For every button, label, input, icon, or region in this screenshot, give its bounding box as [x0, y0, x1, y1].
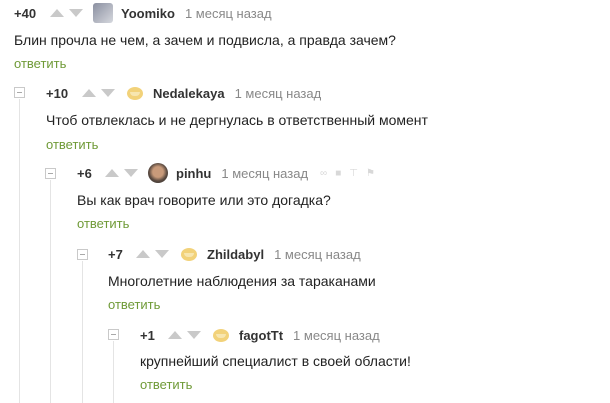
comment-time[interactable]: 1 месяц назад [293, 328, 380, 343]
upvote-arrow-icon[interactable] [136, 250, 150, 258]
reply-link[interactable]: ответить [46, 137, 98, 152]
comment-author[interactable]: fagotTt [239, 328, 283, 343]
comment-text: Чтоб отвлеклась и не дергнулась в ответс… [46, 112, 428, 128]
avatar[interactable] [125, 83, 145, 103]
comment-tools: ∞ ■ ⊤ ⚑ [320, 168, 375, 179]
comment-rating: +40 [14, 5, 37, 21]
comment-rating: +6 [77, 165, 92, 181]
avatar[interactable] [93, 3, 113, 23]
downvote-arrow-icon[interactable] [69, 9, 83, 17]
collapse-toggle-icon[interactable] [77, 249, 88, 260]
avatar[interactable] [179, 244, 199, 264]
thread-line[interactable] [82, 261, 83, 403]
reply-link[interactable]: ответить [77, 216, 129, 231]
reply-link[interactable]: ответить [140, 377, 192, 392]
downvote-arrow-icon[interactable] [187, 331, 201, 339]
comment-text: Вы как врач говорите или это догадка? [77, 192, 331, 208]
downvote-arrow-icon[interactable] [155, 250, 169, 258]
avatar[interactable] [148, 163, 168, 183]
downvote-arrow-icon[interactable] [101, 89, 115, 97]
collapse-toggle-icon[interactable] [14, 87, 25, 98]
upvote-arrow-icon[interactable] [82, 89, 96, 97]
reply-link[interactable]: ответить [108, 297, 160, 312]
comment-rating: +7 [108, 246, 123, 262]
save-icon[interactable]: ■ [335, 168, 341, 179]
thread-line[interactable] [19, 99, 20, 403]
comment-time[interactable]: 1 месяц назад [274, 247, 361, 262]
thread-line[interactable] [50, 180, 51, 403]
upvote-arrow-icon[interactable] [168, 331, 182, 339]
comment-header: +1 fagotTt 1 месяц назад [140, 324, 380, 346]
pin-icon[interactable]: ⊤ [349, 168, 358, 179]
comment-author[interactable]: pinhu [176, 166, 211, 181]
comment-text: Многолетние наблюдения за тараканами [108, 273, 376, 289]
comment-rating: +1 [140, 327, 155, 343]
avatar[interactable] [211, 325, 231, 345]
comment-header: +6 pinhu 1 месяц назад ∞ ■ ⊤ ⚑ [77, 162, 375, 184]
comment-author[interactable]: Nedalekaya [153, 86, 225, 101]
comment-time[interactable]: 1 месяц назад [235, 86, 322, 101]
comment-author[interactable]: Zhildabyl [207, 247, 264, 262]
comment-text: крупнейший специалист в своей области! [140, 353, 411, 369]
upvote-arrow-icon[interactable] [50, 9, 64, 17]
comment-header: +40 Yoomiko 1 месяц назад [14, 2, 272, 24]
thread-line[interactable] [113, 341, 114, 403]
comment-time[interactable]: 1 месяц назад [185, 6, 272, 21]
comment-header: +10 Nedalekaya 1 месяц назад [46, 82, 321, 104]
comment-author[interactable]: Yoomiko [121, 6, 175, 21]
downvote-arrow-icon[interactable] [124, 169, 138, 177]
flag-icon[interactable]: ⚑ [366, 168, 375, 179]
comment-header: +7 Zhildabyl 1 месяц назад [108, 243, 361, 265]
link-icon[interactable]: ∞ [320, 168, 327, 179]
upvote-arrow-icon[interactable] [105, 169, 119, 177]
comment-time[interactable]: 1 месяц назад [221, 166, 308, 181]
comment-text: Блин прочла не чем, а зачем и подвисла, … [14, 32, 396, 48]
collapse-toggle-icon[interactable] [108, 329, 119, 340]
comment-rating: +10 [46, 85, 69, 101]
collapse-toggle-icon[interactable] [45, 168, 56, 179]
reply-link[interactable]: ответить [14, 56, 66, 71]
